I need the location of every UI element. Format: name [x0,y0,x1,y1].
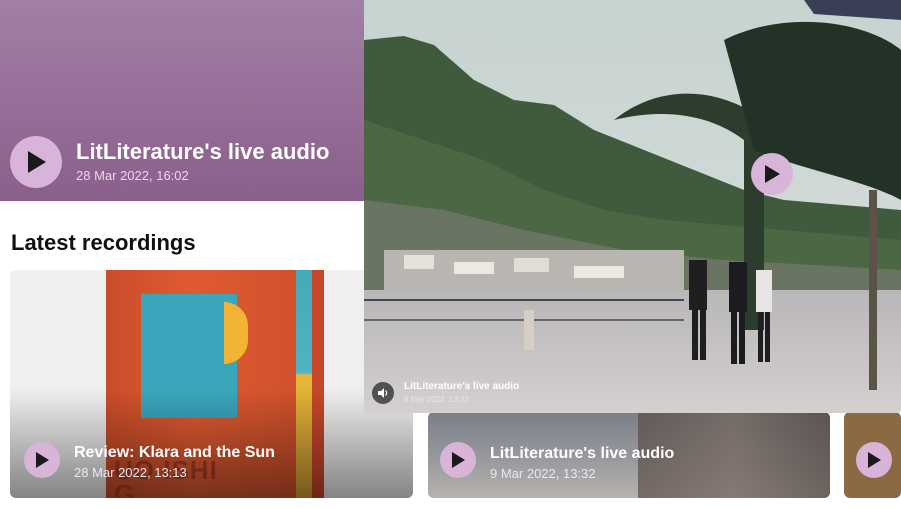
speaker-button[interactable] [372,382,394,404]
recording-play-button[interactable] [440,442,476,478]
recording-title: Review: Klara and the Sun [74,444,275,461]
recording-preview-popup[interactable]: LitLiterature's live audio 9 Mar 2022, 1… [364,0,901,413]
play-icon [868,452,881,468]
recording-card[interactable] [844,412,901,498]
recording-card[interactable]: LitLiterature's live audio 9 Mar 2022, 1… [428,412,830,498]
recording-date: 28 Mar 2022, 13:13 [74,465,187,480]
recording-card[interactable]: UO ISHIG Review: Klara and the Sun 28 Ma… [10,270,413,498]
preview-date: 9 Mar 2022, 13:32 [404,395,469,404]
speaker-icon [378,388,388,398]
preview-title: LitLiterature's live audio [404,381,520,392]
play-icon [36,452,49,468]
play-icon [765,165,780,183]
play-icon [452,452,465,468]
recording-play-button[interactable] [24,442,60,478]
recording-date: 9 Mar 2022, 13:32 [490,466,596,481]
recording-play-button[interactable] [856,442,892,478]
latest-recordings-heading: Latest recordings [11,230,196,255]
live-audio-hero-card[interactable]: LitLiterature's live audio 28 Mar 2022, … [0,0,364,201]
preview-play-button[interactable] [751,153,793,195]
hero-title: LitLiterature's live audio [76,139,330,164]
preview-image [364,0,901,413]
hero-play-button[interactable] [10,136,62,188]
recording-title: LitLiterature's live audio [490,445,675,462]
hero-date: 28 Mar 2022, 16:02 [76,168,189,183]
play-icon [28,151,46,173]
